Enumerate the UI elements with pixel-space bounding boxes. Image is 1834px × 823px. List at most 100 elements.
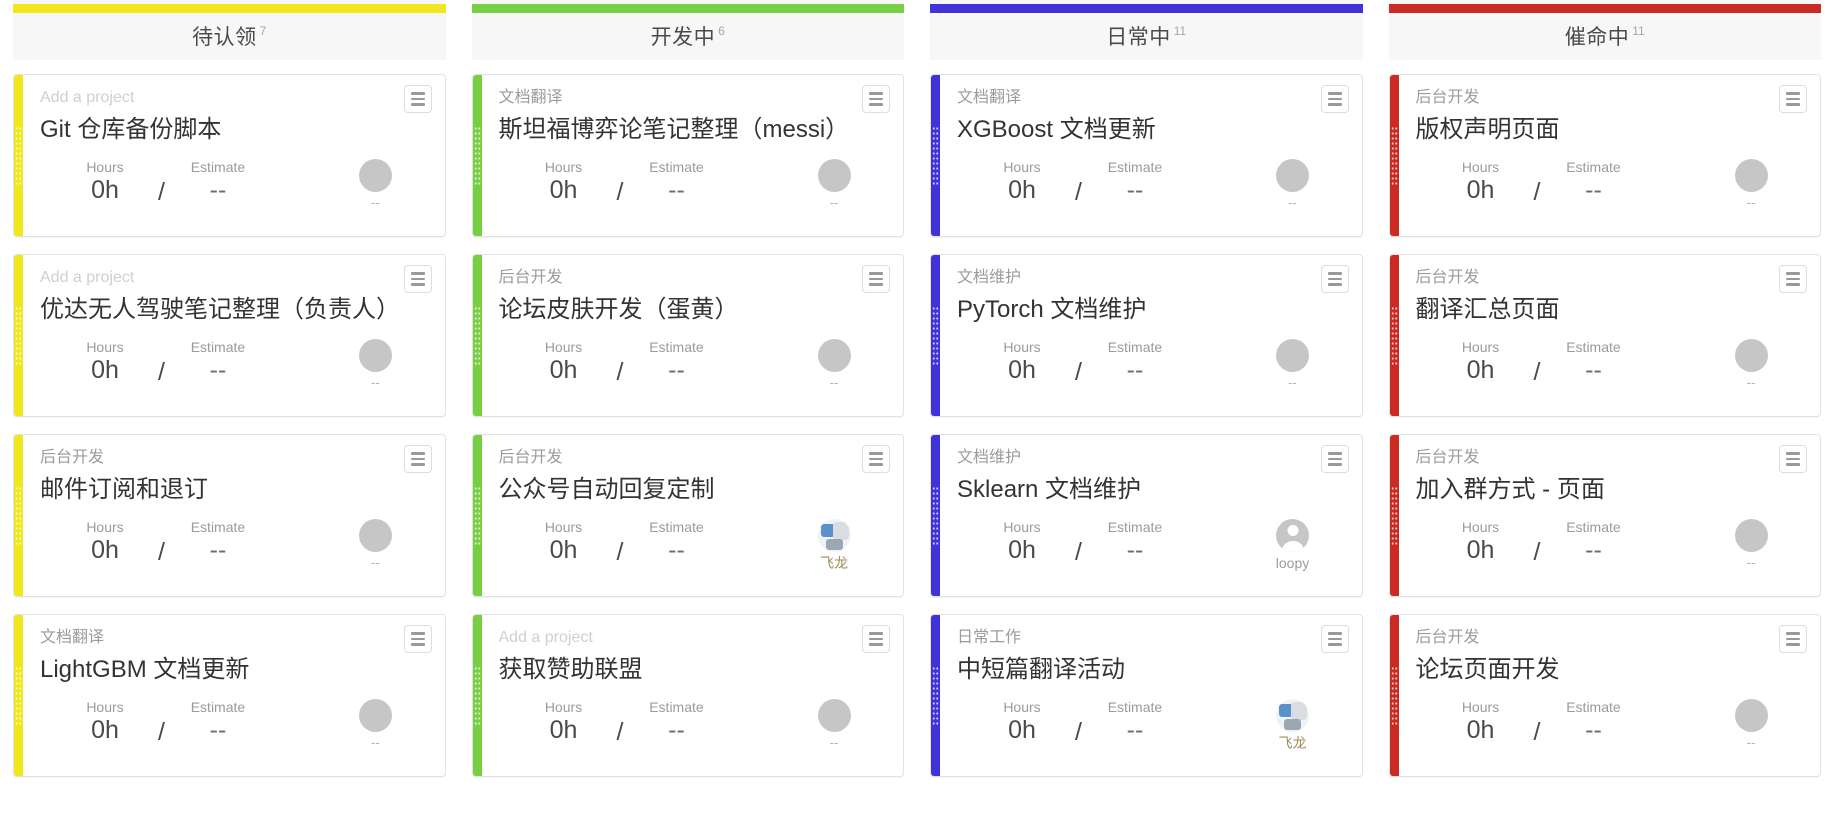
card-title[interactable]: 加入群方式 - 页面 <box>1416 475 1805 505</box>
hamburger-menu-icon[interactable] <box>1779 85 1807 113</box>
hamburger-menu-icon[interactable] <box>862 445 890 473</box>
card-title[interactable]: 获取赞助联盟 <box>499 655 888 685</box>
hours-metric[interactable]: Hours0h <box>991 339 1053 384</box>
estimate-metric[interactable]: Estimate-- <box>645 339 707 384</box>
card-title[interactable]: XGBoost 文档更新 <box>957 115 1346 145</box>
hours-metric[interactable]: Hours0h <box>991 699 1053 744</box>
avatar[interactable] <box>818 519 851 552</box>
card-project-label[interactable]: 文档翻译 <box>40 628 429 648</box>
assignee[interactable]: -- <box>1720 339 1782 391</box>
assignee[interactable]: -- <box>345 339 407 391</box>
task-card[interactable]: 后台开发公众号自动回复定制Hours0h/Estimate--飞龙 <box>472 434 905 597</box>
card-title[interactable]: 中短篇翻译活动 <box>957 655 1346 685</box>
card-title[interactable]: 版权声明页面 <box>1416 115 1805 145</box>
estimate-metric[interactable]: Estimate-- <box>187 519 249 564</box>
avatar[interactable] <box>359 159 392 192</box>
card-project-label[interactable]: 后台开发 <box>40 448 429 468</box>
avatar[interactable] <box>818 699 851 732</box>
assignee[interactable]: -- <box>1262 159 1324 211</box>
card-title[interactable]: PyTorch 文档维护 <box>957 295 1346 325</box>
hours-metric[interactable]: Hours0h <box>991 519 1053 564</box>
estimate-metric[interactable]: Estimate-- <box>645 159 707 204</box>
card-project-label[interactable]: 后台开发 <box>1416 628 1805 648</box>
task-card[interactable]: Add a project获取赞助联盟Hours0h/Estimate---- <box>472 614 905 777</box>
card-project-label[interactable]: 文档维护 <box>957 268 1346 288</box>
hours-metric[interactable]: Hours0h <box>533 159 595 204</box>
task-card[interactable]: 文档翻译XGBoost 文档更新Hours0h/Estimate---- <box>930 74 1363 237</box>
task-card[interactable]: Add a project优达无人驾驶笔记整理（负责人）Hours0h/Esti… <box>13 254 446 417</box>
hamburger-menu-icon[interactable] <box>1779 265 1807 293</box>
estimate-metric[interactable]: Estimate-- <box>645 519 707 564</box>
hamburger-menu-icon[interactable] <box>862 625 890 653</box>
avatar[interactable] <box>1735 699 1768 732</box>
hamburger-menu-icon[interactable] <box>404 445 432 473</box>
add-project-link[interactable]: Add a project <box>499 628 888 648</box>
assignee[interactable]: 飞龙 <box>803 519 865 572</box>
card-title[interactable]: LightGBM 文档更新 <box>40 655 429 685</box>
hamburger-menu-icon[interactable] <box>404 85 432 113</box>
estimate-metric[interactable]: Estimate-- <box>1104 339 1166 384</box>
assignee[interactable]: -- <box>345 159 407 211</box>
avatar[interactable] <box>818 339 851 372</box>
avatar[interactable] <box>1276 159 1309 192</box>
avatar[interactable] <box>1735 519 1768 552</box>
card-project-label[interactable]: 后台开发 <box>499 268 888 288</box>
estimate-metric[interactable]: Estimate-- <box>187 159 249 204</box>
assignee[interactable]: -- <box>803 699 865 751</box>
assignee[interactable]: 飞龙 <box>1262 699 1324 752</box>
avatar[interactable] <box>1276 519 1309 552</box>
card-project-label[interactable]: 文档翻译 <box>957 88 1346 108</box>
assignee[interactable]: -- <box>1720 159 1782 211</box>
hours-metric[interactable]: Hours0h <box>74 699 136 744</box>
task-card[interactable]: 后台开发邮件订阅和退订Hours0h/Estimate---- <box>13 434 446 597</box>
estimate-metric[interactable]: Estimate-- <box>1562 519 1624 564</box>
card-project-label[interactable]: 后台开发 <box>1416 88 1805 108</box>
avatar[interactable] <box>359 339 392 372</box>
card-project-label[interactable]: 文档维护 <box>957 448 1346 468</box>
hamburger-menu-icon[interactable] <box>1779 625 1807 653</box>
card-title[interactable]: 邮件订阅和退订 <box>40 475 429 505</box>
task-card[interactable]: 文档维护Sklearn 文档维护Hours0h/Estimate--loopy <box>930 434 1363 597</box>
hours-metric[interactable]: Hours0h <box>74 159 136 204</box>
hours-metric[interactable]: Hours0h <box>1450 519 1512 564</box>
assignee[interactable]: loopy <box>1262 519 1324 572</box>
hamburger-menu-icon[interactable] <box>1321 85 1349 113</box>
task-card[interactable]: 后台开发论坛页面开发Hours0h/Estimate---- <box>1389 614 1822 777</box>
hamburger-menu-icon[interactable] <box>862 265 890 293</box>
estimate-metric[interactable]: Estimate-- <box>1104 699 1166 744</box>
hours-metric[interactable]: Hours0h <box>74 339 136 384</box>
card-title[interactable]: 论坛皮肤开发（蛋黄） <box>499 295 888 325</box>
card-title[interactable]: Sklearn 文档维护 <box>957 475 1346 505</box>
hours-metric[interactable]: Hours0h <box>991 159 1053 204</box>
estimate-metric[interactable]: Estimate-- <box>187 699 249 744</box>
add-project-link[interactable]: Add a project <box>40 268 429 288</box>
task-card[interactable]: 后台开发论坛皮肤开发（蛋黄）Hours0h/Estimate---- <box>472 254 905 417</box>
hamburger-menu-icon[interactable] <box>1321 265 1349 293</box>
hamburger-menu-icon[interactable] <box>862 85 890 113</box>
task-card[interactable]: 文档翻译LightGBM 文档更新Hours0h/Estimate---- <box>13 614 446 777</box>
task-card[interactable]: 日常工作中短篇翻译活动Hours0h/Estimate--飞龙 <box>930 614 1363 777</box>
card-title[interactable]: 优达无人驾驶笔记整理（负责人） <box>40 295 429 325</box>
assignee[interactable]: -- <box>1720 699 1782 751</box>
assignee[interactable]: -- <box>345 519 407 571</box>
avatar[interactable] <box>359 519 392 552</box>
add-project-link[interactable]: Add a project <box>40 88 429 108</box>
card-title[interactable]: 翻译汇总页面 <box>1416 295 1805 325</box>
hamburger-menu-icon[interactable] <box>1321 445 1349 473</box>
hours-metric[interactable]: Hours0h <box>533 699 595 744</box>
card-project-label[interactable]: 日常工作 <box>957 628 1346 648</box>
avatar[interactable] <box>1276 339 1309 372</box>
estimate-metric[interactable]: Estimate-- <box>187 339 249 384</box>
task-card[interactable]: Add a projectGit 仓库备份脚本Hours0h/Estimate-… <box>13 74 446 237</box>
assignee[interactable]: -- <box>1262 339 1324 391</box>
task-card[interactable]: 文档维护PyTorch 文档维护Hours0h/Estimate---- <box>930 254 1363 417</box>
assignee[interactable]: -- <box>803 339 865 391</box>
estimate-metric[interactable]: Estimate-- <box>645 699 707 744</box>
estimate-metric[interactable]: Estimate-- <box>1104 159 1166 204</box>
assignee[interactable]: -- <box>345 699 407 751</box>
task-card[interactable]: 文档翻译斯坦福博弈论笔记整理（messi）Hours0h/Estimate---… <box>472 74 905 237</box>
hours-metric[interactable]: Hours0h <box>74 519 136 564</box>
card-project-label[interactable]: 文档翻译 <box>499 88 888 108</box>
estimate-metric[interactable]: Estimate-- <box>1562 339 1624 384</box>
hamburger-menu-icon[interactable] <box>1321 625 1349 653</box>
